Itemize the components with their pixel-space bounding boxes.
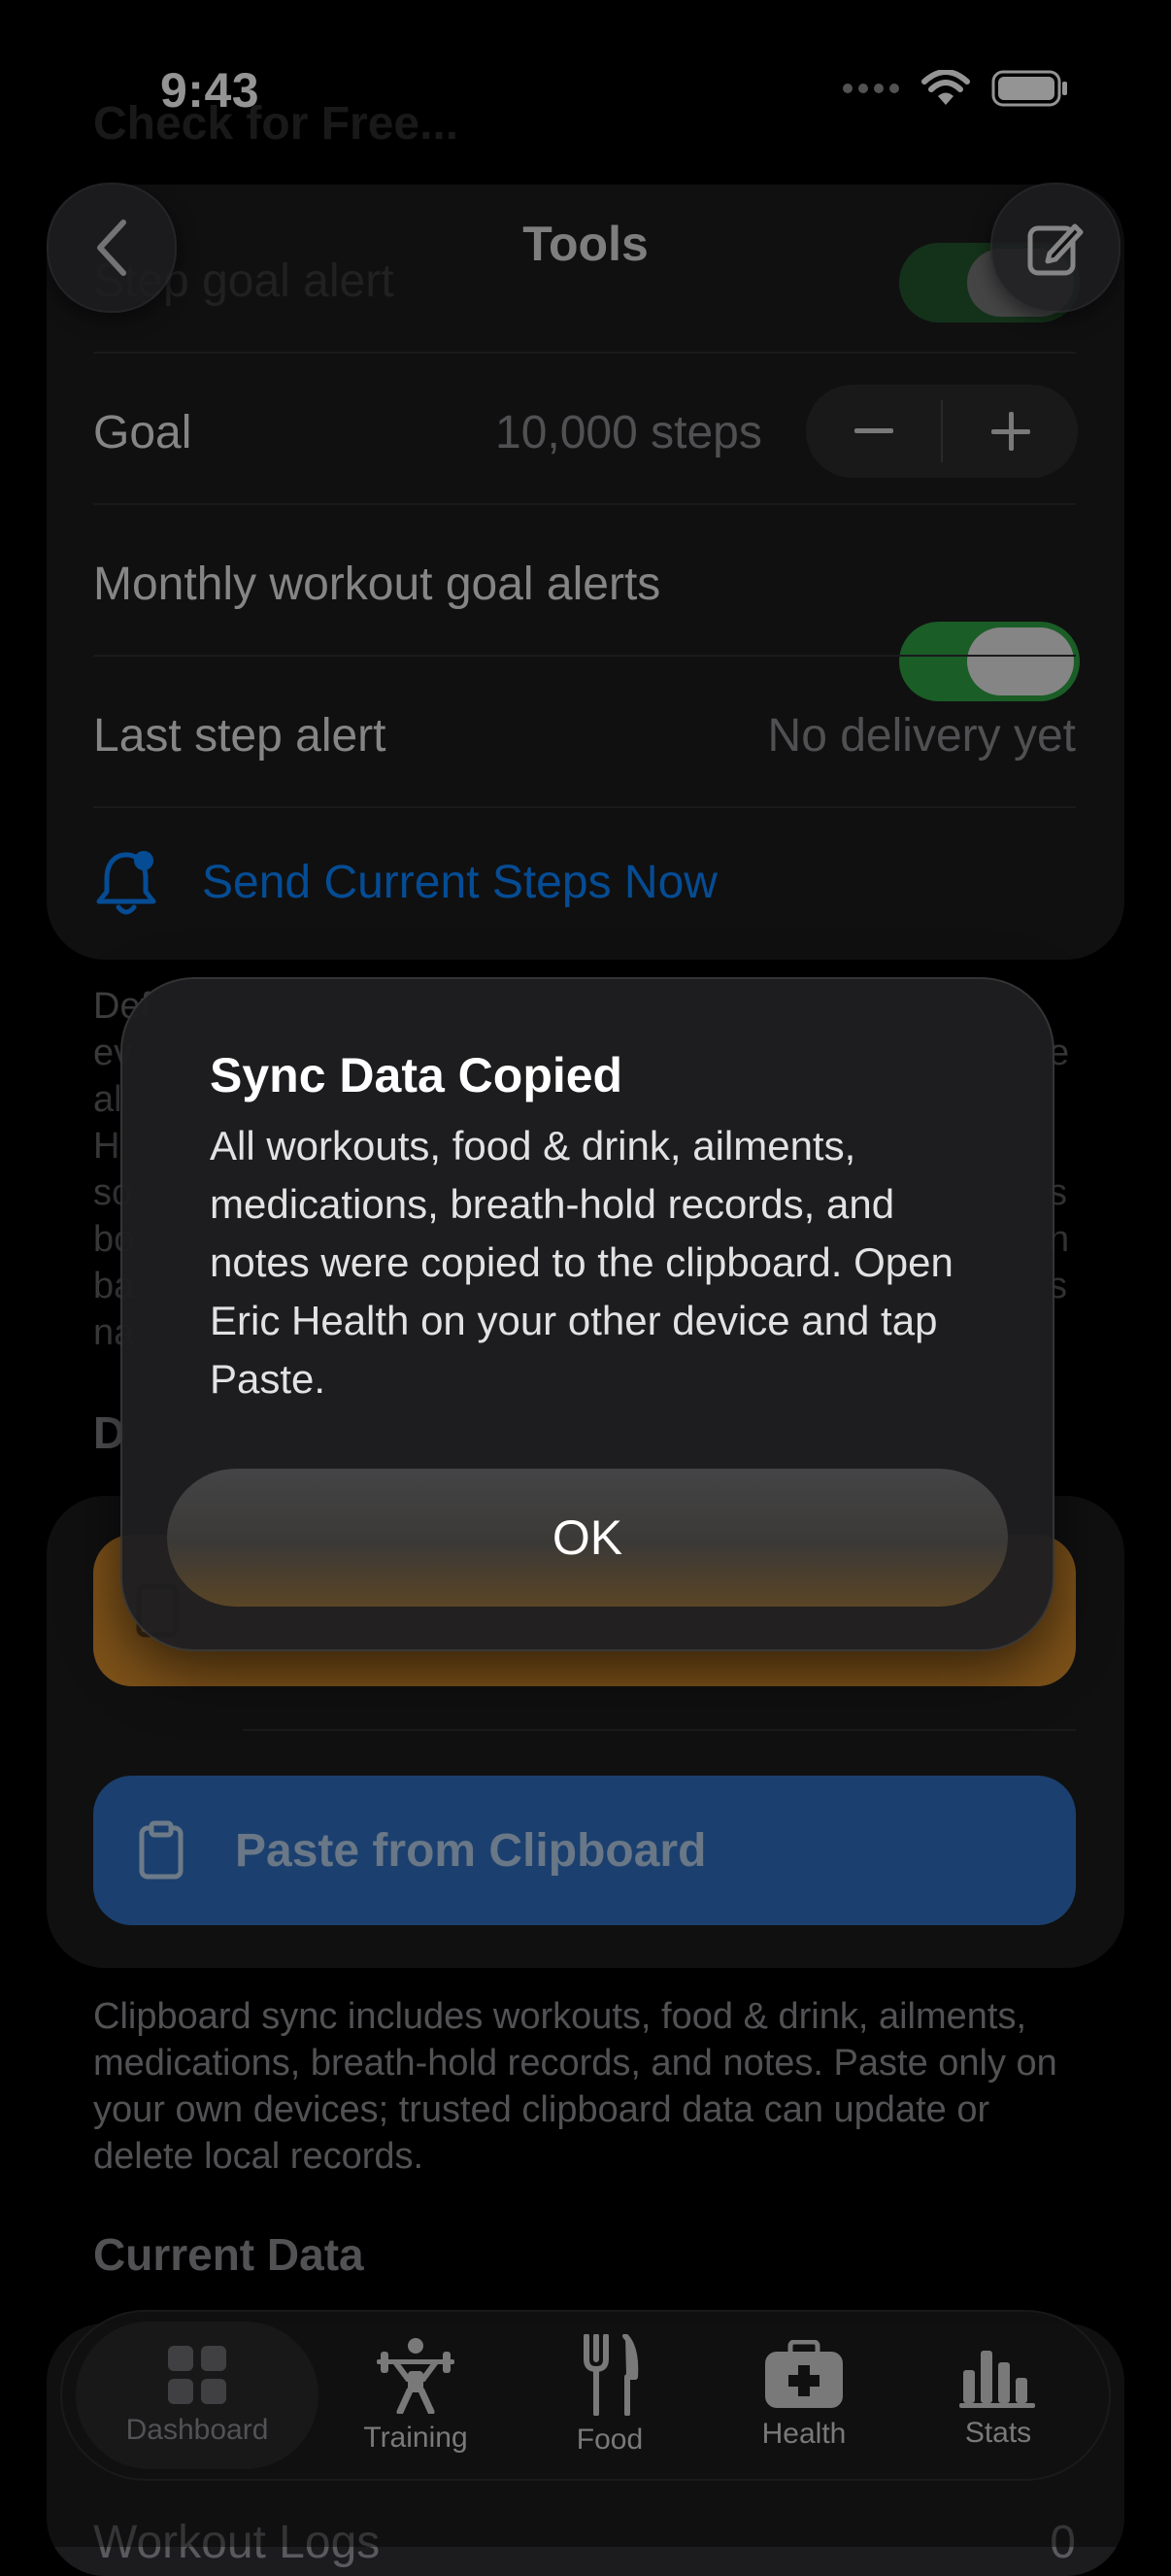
sync-alert-dialog: Sync Data Copied All workouts, food & dr…: [120, 977, 1054, 1651]
alert-ok-label: OK: [552, 1510, 623, 1565]
alert-message: All workouts, food & drink, ailments, me…: [210, 1123, 954, 1402]
alert-title: Sync Data Copied: [210, 1048, 623, 1102]
alert-ok-button[interactable]: OK: [167, 1469, 1008, 1607]
